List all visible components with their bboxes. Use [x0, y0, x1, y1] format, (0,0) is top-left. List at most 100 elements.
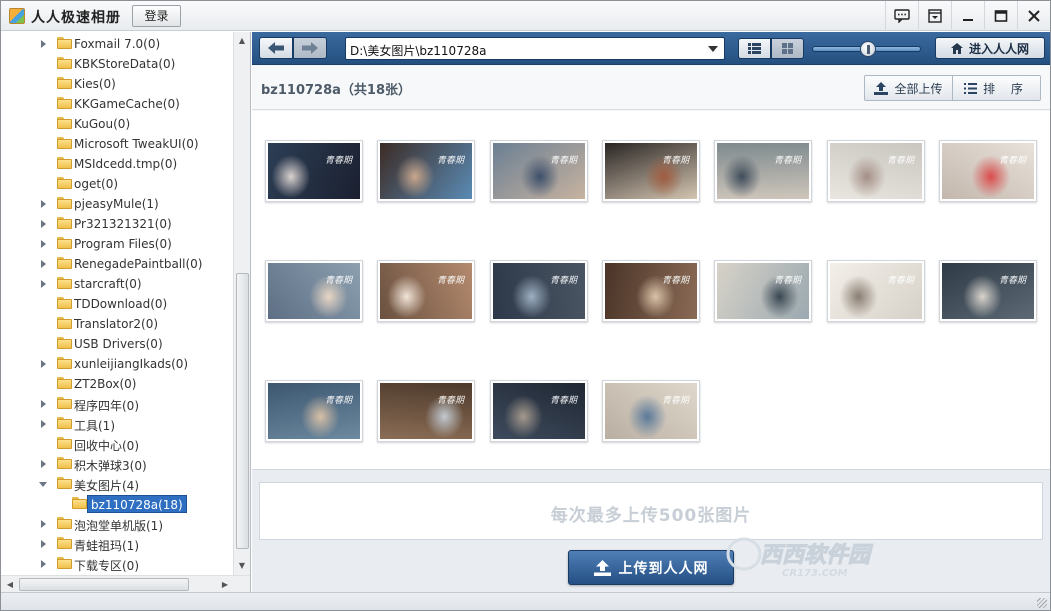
scroll-up-icon[interactable]: ▲ [234, 32, 250, 48]
photo-thumbnail[interactable]: 青春期 [377, 140, 475, 202]
photo-thumbnail[interactable]: 青春期 [939, 260, 1037, 322]
tree-folder-label: Foxmail 7.0(0) [74, 37, 161, 51]
home-icon [950, 42, 963, 54]
expand-arrow-icon[interactable] [41, 260, 46, 268]
photo-thumbnail[interactable]: 青春期 [265, 380, 363, 442]
expand-arrow-icon[interactable] [41, 420, 46, 428]
tree-folder-item[interactable]: KKGameCache(0) [1, 94, 233, 114]
photo-watermark: 青春期 [886, 276, 914, 286]
folder-icon [57, 557, 72, 569]
tree-hscroll-thumb[interactable] [19, 578, 189, 591]
tree-folder-item[interactable]: Program Files(0) [1, 234, 233, 254]
photo-thumbnail[interactable]: 青春期 [490, 140, 588, 202]
photo-image: 青春期 [605, 263, 697, 319]
photo-thumbnail[interactable]: 青春期 [827, 140, 925, 202]
photo-thumbnail[interactable]: 青春期 [714, 260, 812, 322]
main-panel: D:\美女图片\bz110728a 进入人人网 bz110728a（共18张） [252, 32, 1050, 592]
app-logo-icon [9, 8, 25, 24]
expand-arrow-icon[interactable] [41, 240, 46, 248]
list-view-button[interactable] [738, 38, 771, 59]
photo-thumbnail[interactable]: 青春期 [490, 380, 588, 442]
photo-thumbnail[interactable]: 青春期 [265, 260, 363, 322]
tree-folder-item[interactable]: MSIdcedd.tmp(0) [1, 154, 233, 174]
tree-folder-item[interactable]: oget(0) [1, 174, 233, 194]
tree-folder-item[interactable]: Pr321321321(0) [1, 214, 233, 234]
enter-renren-button[interactable]: 进入人人网 [935, 37, 1045, 59]
expand-arrow-icon[interactable] [41, 280, 46, 288]
expand-arrow-icon[interactable] [41, 400, 46, 408]
scroll-down-icon[interactable]: ▼ [234, 557, 250, 573]
grid-view-button[interactable] [771, 38, 804, 59]
sort-button[interactable]: 排 序 [953, 76, 1040, 100]
photo-thumbnail[interactable]: 青春期 [602, 140, 700, 202]
expand-arrow-icon[interactable] [41, 520, 46, 528]
expand-arrow-icon[interactable] [41, 460, 46, 468]
photo-thumbnail[interactable]: 青春期 [939, 140, 1037, 202]
resize-grip-icon[interactable] [1037, 598, 1047, 608]
photo-thumbnail[interactable]: 青春期 [714, 140, 812, 202]
tree-folder-item[interactable]: Microsoft TweakUI(0) [1, 134, 233, 154]
upload-to-renren-button[interactable]: 上传到人人网 [568, 550, 734, 585]
minimize-icon[interactable] [951, 1, 984, 31]
expand-arrow-icon[interactable] [41, 220, 46, 228]
photo-thumbnail[interactable]: 青春期 [602, 380, 700, 442]
expand-arrow-icon[interactable] [41, 40, 46, 48]
upload-all-button[interactable]: 全部上传 [865, 76, 953, 100]
tree-folder-item[interactable]: TDDownload(0) [1, 294, 233, 314]
upload-icon [874, 81, 889, 95]
tree-folder-item[interactable]: 工具(1) [1, 414, 233, 434]
photo-thumbnail[interactable]: 青春期 [377, 380, 475, 442]
menu-icon[interactable] [918, 1, 951, 31]
album-actions: 全部上传 排 序 [864, 75, 1041, 101]
expand-arrow-icon[interactable] [41, 540, 46, 548]
tree-folder-item[interactable]: 泡泡堂单机版(1) [1, 514, 233, 534]
tree-folder-item[interactable]: bz110728a(18) [1, 494, 233, 514]
album-header: bz110728a（共18张） 全部上传 排 序 [252, 66, 1050, 110]
tree-folder-item[interactable]: 积木弹球3(0) [1, 454, 233, 474]
photo-image: 青春期 [268, 383, 360, 439]
photo-thumbnail[interactable]: 青春期 [265, 140, 363, 202]
back-button[interactable] [259, 37, 293, 59]
tree-folder-item[interactable]: Translator2(0) [1, 314, 233, 334]
tree-folder-item[interactable]: 回收中心(0) [1, 434, 233, 454]
tree-folder-item[interactable]: 程序四年(0) [1, 394, 233, 414]
tree-folder-item[interactable]: ZT2Box(0) [1, 374, 233, 394]
tree-folder-item[interactable]: RenegadePaintball(0) [1, 254, 233, 274]
tree-folder-item[interactable]: pjeasyMule(1) [1, 194, 233, 214]
tree-folder-item[interactable]: starcraft(0) [1, 274, 233, 294]
scroll-right-icon[interactable]: ▶ [217, 576, 233, 592]
expand-arrow-icon[interactable] [41, 200, 46, 208]
expand-arrow-icon[interactable] [41, 560, 46, 568]
expand-open-icon[interactable] [39, 482, 47, 487]
feedback-icon[interactable] [885, 1, 918, 31]
maximize-icon[interactable] [984, 1, 1017, 31]
photo-thumbnail[interactable]: 青春期 [490, 260, 588, 322]
tree-folder-item[interactable]: Kies(0) [1, 74, 233, 94]
tree-vertical-scrollbar[interactable]: ▲ ▼ [233, 32, 250, 575]
tree-folder-item[interactable]: 下载专区(0) [1, 554, 233, 574]
tree-folder-item[interactable]: 美女图片(4) [1, 474, 233, 494]
tree-scroll-thumb[interactable] [236, 273, 249, 549]
tree-folder-item[interactable]: KuGou(0) [1, 114, 233, 134]
chevron-down-icon[interactable] [708, 46, 718, 52]
tree-folder-item[interactable]: 青蛙祖玛(1) [1, 534, 233, 554]
photo-thumbnail[interactable]: 青春期 [602, 260, 700, 322]
zoom-slider-knob[interactable] [860, 41, 876, 57]
tree-folder-item[interactable]: USB Drivers(0) [1, 334, 233, 354]
close-icon[interactable] [1017, 1, 1050, 31]
expand-arrow-icon[interactable] [41, 360, 46, 368]
forward-button[interactable] [293, 37, 327, 59]
photo-image: 青春期 [605, 383, 697, 439]
path-combobox[interactable]: D:\美女图片\bz110728a [345, 37, 725, 60]
login-button[interactable]: 登录 [132, 5, 181, 27]
photo-thumbnail[interactable]: 青春期 [377, 260, 475, 322]
sort-label: 排 序 [983, 81, 1029, 96]
scroll-left-icon[interactable]: ◀ [2, 576, 18, 592]
folder-tree-list: Foxmail 7.0(0) KBKStoreData(0) Kies(0) KKGa… [1, 32, 233, 592]
tree-folder-item[interactable]: Foxmail 7.0(0) [1, 34, 233, 54]
tree-horizontal-scrollbar[interactable]: ◀ ▶ [1, 575, 250, 592]
tree-folder-item[interactable]: xunleijiangIkads(0) [1, 354, 233, 374]
zoom-slider[interactable] [812, 41, 921, 57]
photo-thumbnail[interactable]: 青春期 [827, 260, 925, 322]
tree-folder-item[interactable]: KBKStoreData(0) [1, 54, 233, 74]
